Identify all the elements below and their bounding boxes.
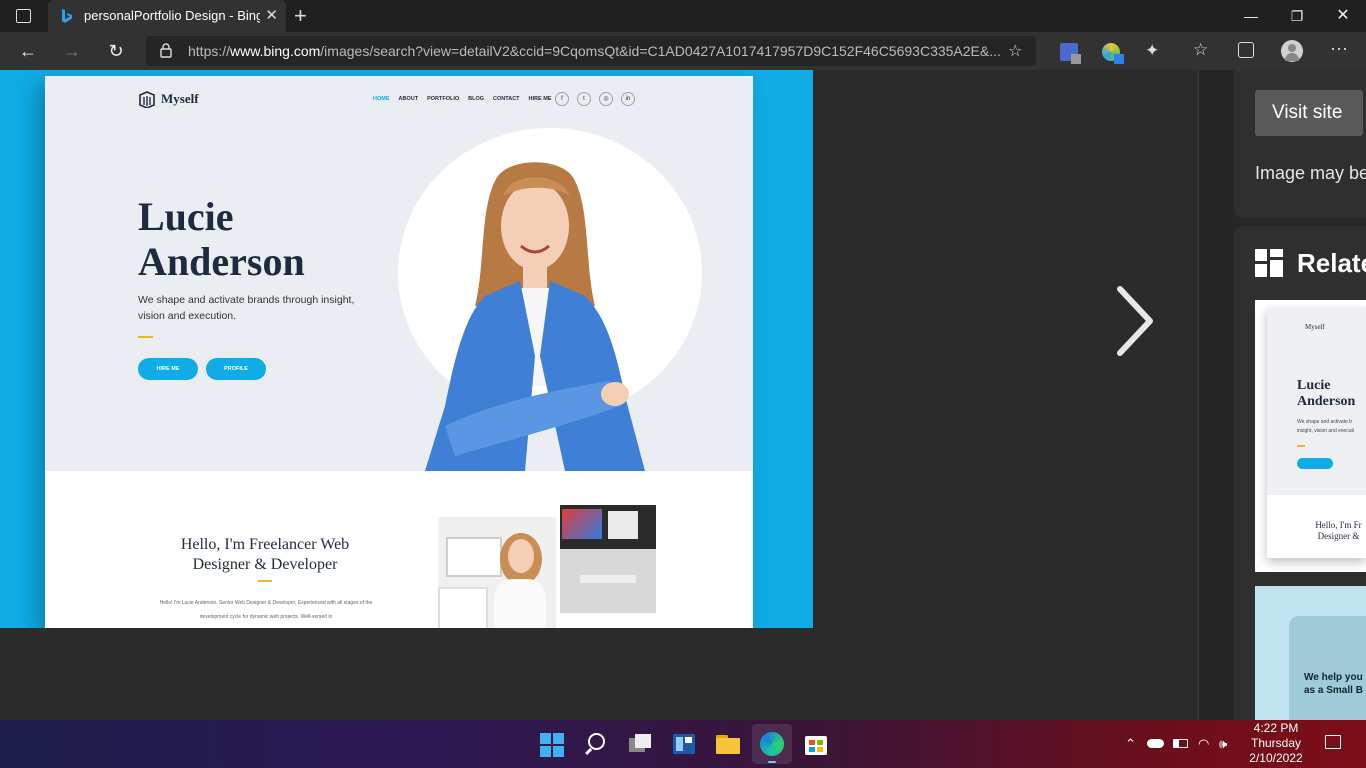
- thumb-button: [1297, 458, 1333, 469]
- hero-name: Lucie Anderson: [138, 194, 305, 284]
- collections-icon[interactable]: [1238, 42, 1254, 58]
- site-nav-contact: CONTACT: [493, 96, 520, 102]
- site-nav-portfolio: PORTFOLIO: [427, 96, 460, 102]
- store-icon[interactable]: [800, 728, 832, 760]
- notifications-icon[interactable]: [1325, 735, 1341, 749]
- close-window-icon[interactable]: ✕: [1320, 0, 1366, 32]
- visit-site-button[interactable]: Visit site: [1255, 90, 1363, 136]
- hero-section: Myself HOME ABOUT PORTFOLIO BLOG CONTACT…: [45, 76, 753, 471]
- close-tab-icon[interactable]: ✕: [265, 6, 278, 24]
- portfolio-screenshot: Myself HOME ABOUT PORTFOLIO BLOG CONTACT…: [45, 76, 753, 628]
- url-text: https://www.bing.com/images/search?view=…: [188, 43, 1001, 59]
- thumb-logo: Myself: [1305, 323, 1325, 331]
- site-nav-blog: BLOG: [468, 96, 485, 102]
- favorite-add-icon[interactable]: ☆: [1008, 41, 1022, 61]
- profile-button: PROFILE: [206, 358, 266, 380]
- office-photo: [438, 517, 556, 628]
- related-thumb-2[interactable]: We help you as a Small B: [1255, 586, 1366, 720]
- hero-accent-line: [138, 336, 153, 338]
- image-preview[interactable]: Myself HOME ABOUT PORTFOLIO BLOG CONTACT…: [0, 70, 813, 628]
- volume-icon[interactable]: 🕪: [1219, 736, 1227, 752]
- address-toolbar: ← → ↻ https://www.bing.com/images/search…: [0, 32, 1366, 70]
- tab-title: personalPortfolio Design - Bing i: [84, 8, 260, 23]
- site-logo: Myself: [161, 91, 199, 106]
- translate-icon[interactable]: [1060, 43, 1081, 64]
- active-tab[interactable]: personalPortfolio Design - Bing i ✕: [48, 0, 286, 32]
- bing-icon: [62, 9, 72, 23]
- twitter-icon: t: [577, 92, 591, 106]
- tab-actions-icon[interactable]: [16, 9, 31, 23]
- battery-icon[interactable]: [1173, 739, 1188, 748]
- profile-avatar[interactable]: [1281, 40, 1303, 62]
- facebook-icon: f: [555, 92, 569, 106]
- more-menu-icon[interactable]: ···: [1330, 38, 1348, 59]
- restore-icon[interactable]: ❐: [1274, 0, 1320, 32]
- related-title: Relate: [1297, 248, 1366, 278]
- site-nav-about: ABOUT: [398, 96, 419, 102]
- hero-description: We shape and activate brands through ins…: [138, 294, 355, 322]
- about-text: Hello! I'm Lucie Anderson, Senior Web De…: [159, 600, 373, 620]
- linkedin-icon: in: [621, 92, 635, 106]
- site-nav-hire: HIRE ME: [528, 96, 552, 102]
- related-grid-icon: [1255, 249, 1283, 277]
- edge-icon[interactable]: [752, 724, 792, 764]
- extensions-icon[interactable]: ✦: [1145, 41, 1159, 61]
- about-accent-line: [258, 580, 272, 582]
- portrait-image: [425, 162, 645, 471]
- minimize-icon[interactable]: —: [1228, 0, 1274, 32]
- related-thumb-1[interactable]: Myself Lucie Anderson We shape and activa…: [1255, 300, 1366, 572]
- back-icon[interactable]: ←: [14, 38, 42, 64]
- system-clock[interactable]: 4:22 PM Thursday 2/10/2022: [1244, 721, 1308, 766]
- hire-me-button: HIRE ME: [138, 358, 198, 380]
- instagram-icon: ◎: [599, 92, 613, 106]
- tab-bar: personalPortfolio Design - Bing i ✕ + — …: [0, 0, 1366, 32]
- onedrive-icon[interactable]: [1147, 739, 1164, 748]
- thumb-desc: We shape and activate b insight, vision …: [1297, 419, 1354, 434]
- site-nav-home: HOME: [373, 96, 390, 102]
- thumb-about: Hello, I'm Fr Designer &: [1315, 520, 1362, 541]
- about-title: Hello, I'm Freelancer Web Designer & Dev…: [180, 536, 350, 573]
- widgets-icon[interactable]: [668, 728, 700, 760]
- wifi-icon[interactable]: ◠: [1198, 736, 1209, 752]
- forward-icon[interactable]: →: [58, 38, 86, 64]
- extension-colorful-icon[interactable]: [1102, 43, 1124, 64]
- thumb2-heading: We help you as a Small B: [1304, 672, 1363, 696]
- lock-icon: [160, 43, 172, 58]
- refresh-icon[interactable]: ↻: [102, 38, 130, 64]
- thumb-name: Lucie Anderson: [1297, 378, 1356, 409]
- search-icon[interactable]: [580, 728, 612, 760]
- copyright-disclaimer: Image may be: [1255, 163, 1366, 183]
- desk-photo: [560, 505, 656, 613]
- show-hidden-icons[interactable]: ⌃: [1125, 736, 1136, 752]
- favorites-icon[interactable]: ☆: [1193, 40, 1208, 60]
- site-nav: HOME ABOUT PORTFOLIO BLOG CONTACT HIRE M…: [373, 96, 551, 102]
- address-bar[interactable]: https://www.bing.com/images/search?view=…: [146, 36, 1036, 66]
- new-tab-icon[interactable]: +: [294, 3, 307, 29]
- file-explorer-icon[interactable]: [712, 728, 744, 760]
- taskbar: ⌃ ◠ 🕪 4:22 PM Thursday 2/10/2022: [0, 720, 1366, 768]
- start-windows-icon[interactable]: [536, 728, 568, 760]
- logo-icon: [139, 91, 155, 108]
- next-image-chevron-icon[interactable]: [1110, 285, 1160, 357]
- about-section: Hello, I'm Freelancer Web Designer & Dev…: [45, 471, 753, 628]
- task-view-icon[interactable]: [624, 728, 656, 760]
